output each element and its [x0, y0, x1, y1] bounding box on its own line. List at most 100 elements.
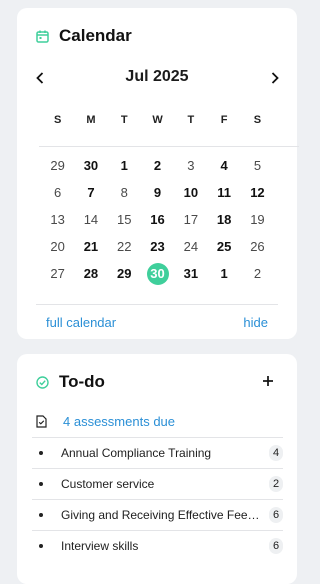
calendar-day[interactable]: 29 [108, 263, 141, 285]
calendar-day[interactable]: 5 [241, 155, 274, 177]
calendar-day-number: 27 [50, 265, 65, 281]
calendar-day-number: 28 [83, 265, 99, 281]
calendar-day-number: 1 [220, 265, 228, 281]
calendar-day-number: 17 [183, 211, 199, 227]
calendar-day[interactable]: 20 [41, 236, 74, 258]
calendar-day-number: 20 [50, 238, 65, 254]
calendar-day[interactable]: 1 [207, 263, 240, 285]
todo-count-badge: 6 [269, 507, 283, 523]
calendar-day[interactable]: 3 [174, 155, 207, 177]
weekday-label: S [253, 114, 262, 126]
calendar-day[interactable]: 12 [241, 182, 274, 204]
weekday-label: T [187, 114, 195, 126]
todo-item-label: Customer service [61, 477, 155, 491]
calendar-day[interactable]: 22 [108, 236, 141, 258]
calendar-day-number: 12 [250, 184, 265, 200]
calendar-day[interactable]: 30 [74, 155, 107, 177]
calendar-day[interactable]: 2 [141, 155, 174, 177]
bullet-icon [39, 451, 43, 455]
todo-card: To-do 4 assessments due Annual Complianc… [17, 354, 297, 584]
calendar-day-number: 11 [217, 184, 231, 200]
calendar-day[interactable]: 18 [207, 209, 240, 231]
calendar-header: Calendar [36, 26, 132, 46]
calendar-day[interactable]: 4 [207, 155, 240, 177]
calendar-day-number: 2 [253, 265, 262, 281]
todo-item-label: Interview skills [61, 539, 139, 553]
todo-list: Annual Compliance Training 4 Customer serv… [32, 437, 283, 561]
weekday-label: W [152, 114, 163, 126]
month-navigation: Jul 2025 [17, 68, 297, 88]
calendar-day[interactable]: 9 [141, 182, 174, 204]
calendar-week-row: 20 21 22 23 24 25 26 [41, 233, 274, 260]
calendar-day-number: 2 [153, 157, 162, 173]
weekday-header: SMTWTFS [41, 114, 274, 126]
calendar-day-number: 13 [50, 211, 65, 227]
calendar-card: Calendar Jul 2025 SMTWTFS 29 30 1 2 3 4 5 6 7 8 9 1… [17, 8, 299, 339]
assessments-due-link[interactable]: 4 assessments due [63, 414, 175, 429]
todo-count-badge: 2 [269, 476, 283, 492]
calendar-day[interactable]: 25 [207, 236, 240, 258]
plus-icon [263, 376, 273, 386]
calendar-day[interactable]: 26 [241, 236, 274, 258]
calendar-day[interactable]: 17 [174, 209, 207, 231]
calendar-day-number: 6 [54, 184, 62, 200]
calendar-week-row: 27 28 29 30 31 1 2 [41, 260, 274, 287]
calendar-day-number: 24 [183, 238, 199, 254]
hide-calendar-link[interactable]: hide [243, 315, 268, 330]
todo-item[interactable]: Annual Compliance Training 4 [32, 437, 283, 468]
assessments-due-row: 4 assessments due [36, 414, 175, 429]
calendar-day-number: 19 [250, 211, 265, 227]
calendar-week-row: 6 7 8 9 10 11 12 [41, 179, 274, 206]
calendar-day[interactable]: 27 [41, 263, 74, 285]
calendar-day-number: 5 [253, 157, 262, 173]
full-calendar-link[interactable]: full calendar [46, 315, 116, 330]
calendar-day[interactable]: 28 [74, 263, 107, 285]
calendar-day[interactable]: 11 [207, 182, 240, 204]
calendar-day[interactable]: 15 [108, 209, 141, 231]
chevron-right-icon [271, 72, 279, 84]
calendar-day[interactable]: 7 [74, 182, 107, 204]
calendar-week-row: 29 30 1 2 3 4 5 [41, 152, 274, 179]
calendar-day[interactable]: 6 [41, 182, 74, 204]
todo-item-label: Giving and Receiving Effective Feedback [61, 508, 261, 522]
calendar-day[interactable]: 14 [74, 209, 107, 231]
calendar-day[interactable]: 8 [108, 182, 141, 204]
calendar-title: Calendar [59, 26, 132, 45]
calendar-day[interactable]: 29 [41, 155, 74, 177]
todo-header: To-do [36, 372, 105, 392]
add-todo-button[interactable] [261, 374, 275, 388]
calendar-day-number: 29 [117, 265, 132, 281]
calendar-day[interactable]: 21 [74, 236, 107, 258]
calendar-day-number: 29 [50, 157, 65, 173]
calendar-day[interactable]: 10 [174, 182, 207, 204]
next-month-button[interactable] [267, 70, 283, 86]
calendar-day[interactable]: 23 [141, 236, 174, 258]
document-icon [36, 415, 49, 428]
calendar-day-number: 3 [187, 157, 195, 173]
calendar-day[interactable]: 24 [174, 236, 207, 258]
calendar-day-number: 25 [216, 238, 232, 254]
calendar-grid: 29 30 1 2 3 4 5 6 7 8 9 10 11 12 13 14 15 16 17 18 19 20 21 22 2… [41, 152, 274, 287]
calendar-day-today[interactable]: 30 [141, 262, 174, 285]
todo-item[interactable]: Giving and Receiving Effective Feedback 6 [32, 499, 283, 530]
calendar-day-number: 21 [83, 238, 99, 254]
calendar-day[interactable]: 13 [41, 209, 74, 231]
weekday-label: S [53, 114, 62, 126]
calendar-day[interactable]: 1 [108, 155, 141, 177]
calendar-day[interactable]: 19 [241, 209, 274, 231]
calendar-day[interactable]: 2 [241, 263, 274, 285]
calendar-week-row: 13 14 15 16 17 18 19 [41, 206, 274, 233]
calendar-day-number: 7 [87, 184, 95, 200]
calendar-day-number: 15 [117, 211, 132, 227]
todo-item[interactable]: Customer service 2 [32, 468, 283, 499]
divider [39, 146, 299, 147]
todo-item[interactable]: Interview skills 6 [32, 530, 283, 561]
calendar-day[interactable]: 16 [141, 209, 174, 231]
weekday-label: F [220, 114, 228, 126]
calendar-day[interactable]: 31 [174, 263, 207, 285]
todo-count-badge: 6 [269, 538, 283, 554]
calendar-day-number: 30 [83, 157, 99, 173]
calendar-day-number: 18 [216, 211, 232, 227]
bullet-icon [39, 544, 43, 548]
calendar-day-number: 26 [250, 238, 265, 254]
